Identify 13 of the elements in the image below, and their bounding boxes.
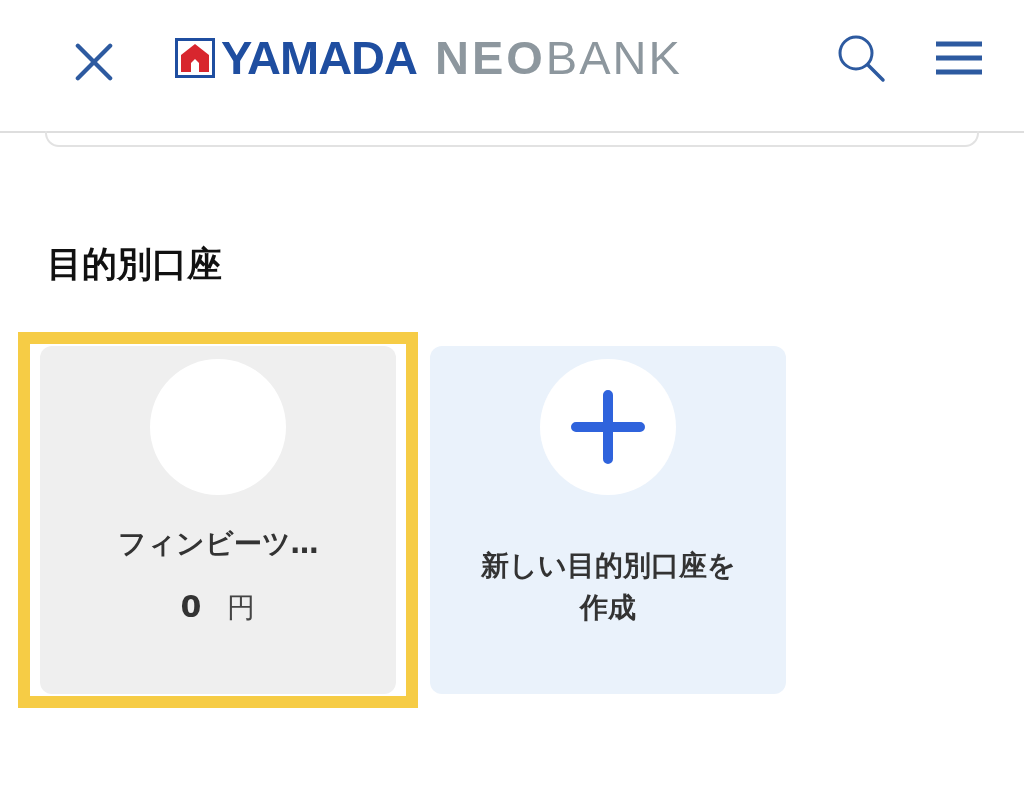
logo-text: BANK	[545, 30, 682, 85]
create-account-card[interactable]: 新しい目的別口座を作成	[430, 345, 786, 694]
logo-text: NEO	[434, 30, 546, 85]
house-logo-icon	[175, 37, 215, 78]
currency-unit: 円	[227, 589, 256, 626]
close-icon[interactable]	[75, 42, 113, 81]
section-title: 目的別口座	[47, 245, 223, 284]
account-balance: 0	[180, 588, 202, 624]
menu-icon[interactable]	[934, 39, 984, 76]
account-name: フィンビーツ…	[117, 525, 319, 562]
account-card[interactable]: フィンビーツ… 0 円	[40, 345, 396, 694]
logo-text: YAMADA	[221, 30, 417, 85]
create-account-label: 新しい目的別口座を作成	[479, 547, 737, 626]
